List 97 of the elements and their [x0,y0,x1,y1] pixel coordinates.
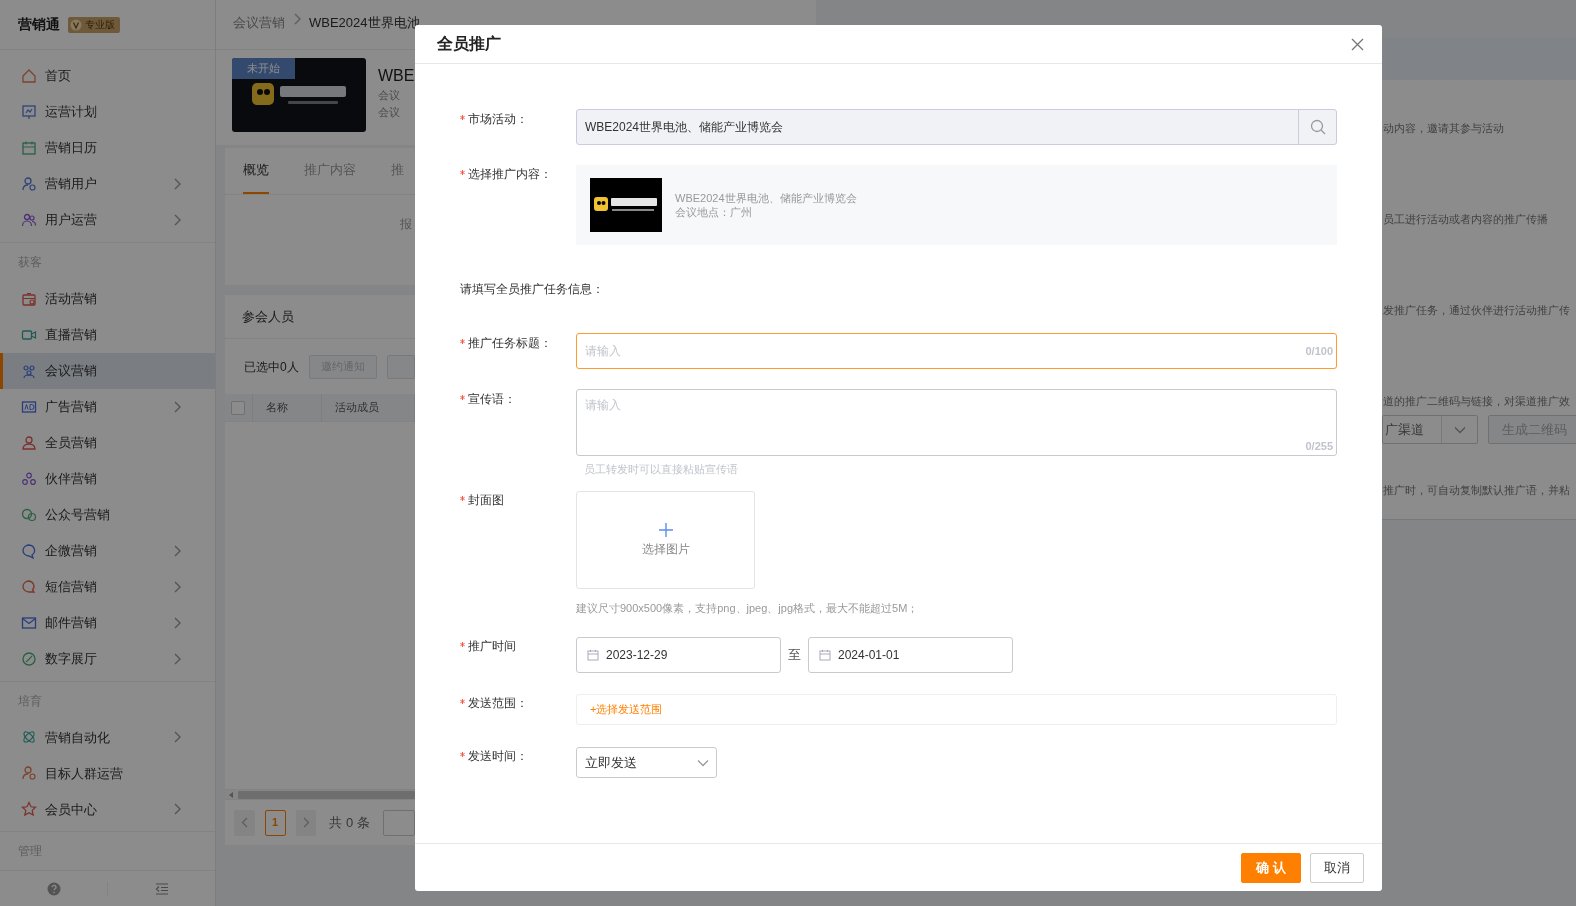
field-label: 市场活动： [468,111,528,127]
channel-select[interactable]: 广渠道 [1382,415,1478,444]
toolbar-button[interactable] [386,354,415,379]
sidebar-item[interactable]: 企微营销 [0,532,215,569]
sidebar-item[interactable]: 目标人群运营 [0,755,215,792]
house-icon [21,68,37,84]
page-size-select[interactable] [382,809,415,836]
sidebar-item[interactable]: 用户运营 [0,202,215,238]
range-separator: 至 [788,646,801,665]
character-counter: 0/255 [1305,438,1333,454]
content-card[interactable]: WBE2024世界电池、储能产业博览会 会议地点：广州 [576,165,1337,245]
content-title: WBE2024世界电池、储能产业博览会 [675,191,857,205]
description-text: 发推广任务，通过伙伴进行活动推广传 [1382,303,1571,318]
chevron-down-icon [697,758,709,767]
sidebar-item[interactable]: 会员中心 [0,791,215,828]
sidebar-item[interactable]: 营销用户 [0,166,215,202]
cancel-button[interactable]: 取消 [1310,852,1364,883]
description-text: 员工进行活动或者内容的推广传播 [1382,212,1549,227]
sidebar-item[interactable]: 营销自动化 [0,719,215,756]
sidebar-item[interactable]: 营销日历 [0,130,215,166]
date-field[interactable]: 2024-01-01 [808,637,1013,673]
close-icon[interactable] [1351,37,1364,51]
sidebar-item[interactable]: 短信营销 [0,568,215,605]
field-hint: 建议尺寸900x500像素，支持png、jpeg、jpg格式，最大不能超过5M； [576,601,920,615]
status-badge: 未开始 [232,58,295,79]
group-icon [21,470,37,487]
event-title: WBE [378,66,415,86]
sidebar-item[interactable]: 伙伴营销 [0,460,215,497]
content-location: 会议地点：广州 [675,205,753,219]
activity-field[interactable]: WBE2024世界电池、储能产业博览会 [576,109,1337,145]
field-label: 推广时间 [468,638,516,654]
group-icon [21,362,37,379]
field-label: 发送时间： [468,748,528,764]
checkbox[interactable] [231,400,246,415]
card-title: 参会人员 [242,307,294,326]
calendar-icon [21,140,37,156]
field-label: 选择推广内容： [468,166,552,182]
character-counter: 0/100 [1305,343,1333,359]
chevron-right-icon [302,817,310,828]
sidebar-item[interactable]: 活动营销 [0,280,215,317]
event-detail: 会议 [378,105,401,120]
sidebar-item[interactable]: 运营计划 [0,94,215,130]
chat-icon [21,506,37,523]
field-label: 发送范围： [468,695,528,711]
field-label: 宣传语： [468,391,516,407]
sidebar-item[interactable]: 公众号营销 [0,496,215,533]
section-note: 请填写全员推广任务信息： [460,281,604,298]
v-icon [70,18,82,31]
selected-count: 已选中0人 [244,358,299,376]
description-text: 推广时，可自动复制默认推广语，并粘 [1382,483,1571,498]
circle-icon [21,650,37,667]
breadcrumb-item[interactable]: 会议营销 [233,13,285,33]
chevron-right-icon [293,13,301,25]
date-field[interactable]: 2023-12-29 [576,637,781,673]
app-name: 营销通 [18,15,60,34]
chat-icon [21,578,37,595]
mail-icon [21,614,37,631]
next-page-button[interactable] [295,809,317,836]
sidebar-item[interactable]: 直播营销 [0,316,215,353]
calendar-icon [21,290,37,307]
tab[interactable]: 概览 [243,148,269,194]
dialog-title: 全员推广 [437,34,501,54]
sidebar-item[interactable]: 邮件营销 [0,604,215,641]
chevron-left-icon [240,817,248,828]
orbit-icon [21,729,37,746]
sidebar-item[interactable]: 会议营销 [0,352,215,389]
chevron-down-icon [1453,425,1466,434]
star-icon [21,801,37,818]
column-header: 名称 [265,400,288,416]
event-detail: 会议 [378,88,401,103]
collapse-icon[interactable] [154,882,169,895]
chat-icon [21,542,37,559]
square-icon [21,398,37,415]
send-time-select[interactable]: 立即发送 [576,747,717,778]
description-text: 道的推广二维码与链接，对渠道推广效 [1382,394,1571,409]
total-count: 共 0 条 [329,813,370,832]
users-icon [21,212,37,228]
previous-page-button[interactable] [234,809,255,836]
sidebar-item[interactable]: 数字展厅 [0,640,215,677]
user-icon [21,765,37,782]
calendar-icon [587,649,599,661]
sidebar-item[interactable]: 全员营销 [0,424,215,461]
plus-icon [658,522,673,537]
help-icon[interactable] [46,881,61,896]
field-label: 推广任务标题： [468,335,552,351]
calendar-icon [819,649,831,661]
user-icon [21,176,37,192]
board-icon [21,104,37,120]
user-icon [21,434,37,451]
horizontal-scrollbar[interactable] [225,789,415,800]
field-label: 封面图 [468,492,504,508]
sidebar-item[interactable]: 首页 [0,58,215,94]
search-icon[interactable] [1309,119,1326,135]
image-upload[interactable]: 选择图片 [576,491,755,589]
column-header: 活动成员 [335,400,380,416]
description-text: 动内容，邀请其参与活动 [1382,121,1505,136]
scroll-left-icon [227,790,235,799]
